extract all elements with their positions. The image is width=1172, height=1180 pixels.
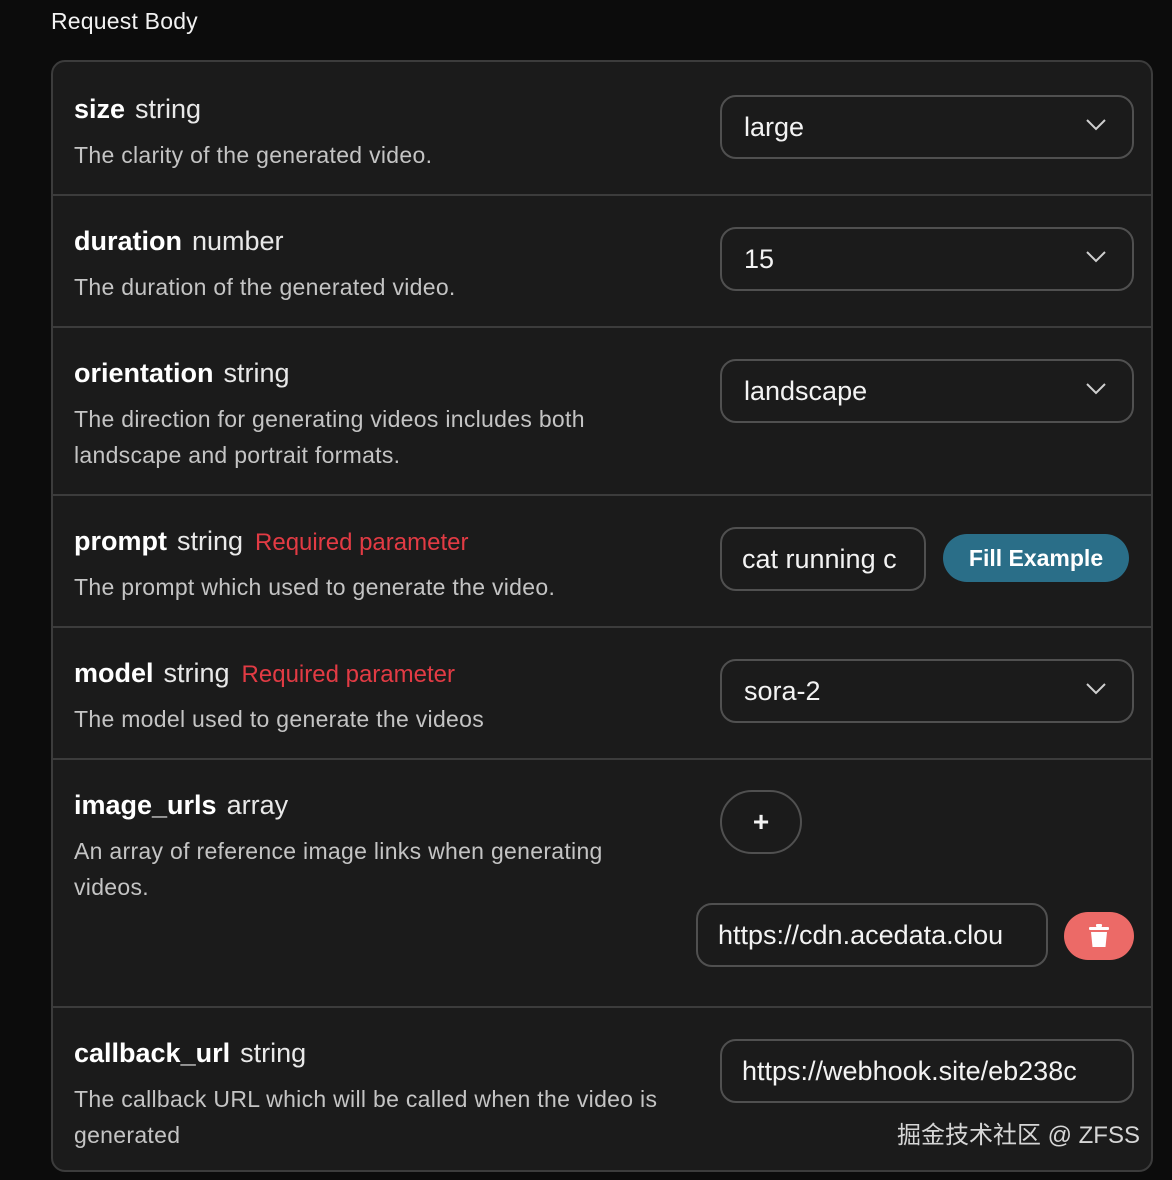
section-title: Request Body [51, 8, 198, 34]
required-label: Required parameter [241, 661, 455, 688]
param-name: model [74, 658, 154, 688]
param-name: duration [74, 226, 182, 256]
param-row-image-urls: image_urls array An array of reference im… [53, 758, 1151, 1008]
add-item-button[interactable]: + [720, 790, 802, 854]
request-body-panel: size string The clarity of the generated … [51, 60, 1153, 1172]
param-name: orientation [74, 358, 214, 388]
description-line: The callback URL which will be called wh… [74, 1086, 658, 1112]
description-line: The direction for generating videos incl… [74, 406, 585, 432]
description-line: An array of reference image links when g… [74, 838, 603, 864]
delete-item-button[interactable] [1064, 912, 1134, 960]
orientation-select[interactable]: landscape [720, 359, 1134, 423]
param-type: string [135, 94, 202, 124]
watermark: 掘金技术社区 @ ZFSS [896, 1122, 1140, 1149]
chevron-down-icon [1086, 683, 1106, 695]
param-row-duration: duration number The duration of the gener… [53, 194, 1151, 328]
description-line: landscape and portrait formats. [74, 442, 401, 468]
input-value: https://cdn.acedata.clou [718, 919, 1004, 950]
callback-url-input[interactable]: https://webhook.site/eb238c [720, 1039, 1134, 1103]
param-header: callback_url string [74, 1038, 306, 1069]
param-header: size string [74, 94, 201, 125]
param-name: callback_url [74, 1038, 231, 1068]
chevron-down-icon [1086, 251, 1106, 263]
required-label: Required parameter [255, 529, 469, 556]
param-type: string [163, 658, 230, 688]
param-description: The direction for generating videos incl… [74, 401, 714, 473]
param-name: image_urls [74, 790, 217, 820]
param-name: size [74, 94, 126, 124]
model-select[interactable]: sora-2 [720, 659, 1134, 723]
param-type: string [176, 526, 244, 556]
fill-example-button[interactable]: Fill Example [943, 534, 1129, 582]
select-value: 15 [744, 243, 775, 274]
param-row-prompt: prompt string Required parameter The promp… [53, 494, 1151, 628]
chevron-down-icon [1086, 383, 1106, 395]
param-header: duration number [74, 226, 284, 257]
param-type: number [192, 226, 284, 256]
param-row-size: size string The clarity of the generated … [53, 62, 1151, 196]
input-value: cat running c [742, 543, 897, 574]
param-name: prompt [74, 526, 167, 556]
param-row-model: model string Required parameter The model … [53, 626, 1151, 760]
param-type: string [240, 1038, 307, 1068]
param-type: string [223, 358, 290, 388]
param-header: image_urls array [74, 790, 288, 821]
param-header: model string Required parameter [74, 658, 455, 689]
page: Request Body size string The clarity of t… [0, 0, 1172, 1180]
chevron-down-icon [1086, 119, 1106, 131]
select-value: landscape [744, 375, 868, 406]
param-row-orientation: orientation string The direction for gene… [53, 326, 1151, 496]
param-description: The model used to generate the videos [74, 706, 485, 732]
select-value: sora-2 [744, 675, 821, 706]
param-description: The prompt which used to generate the vi… [74, 574, 556, 600]
description-line: generated [74, 1122, 181, 1148]
image-url-input[interactable]: https://cdn.acedata.clou [696, 903, 1048, 967]
param-description: An array of reference image links when g… [74, 833, 714, 905]
param-header: orientation string [74, 358, 290, 389]
param-description: The clarity of the generated video. [74, 142, 433, 168]
select-value: large [744, 111, 805, 142]
description-line: videos. [74, 874, 149, 900]
param-type: array [226, 790, 289, 820]
duration-select[interactable]: 15 [720, 227, 1134, 291]
size-select[interactable]: large [720, 95, 1134, 159]
input-value: https://webhook.site/eb238c [742, 1055, 1077, 1086]
trash-icon [1089, 924, 1109, 947]
prompt-input[interactable]: cat running c [720, 527, 926, 591]
param-header: prompt string Required parameter [74, 526, 468, 557]
param-description: The callback URL which will be called wh… [74, 1081, 734, 1153]
param-description: The duration of the generated video. [74, 274, 456, 300]
